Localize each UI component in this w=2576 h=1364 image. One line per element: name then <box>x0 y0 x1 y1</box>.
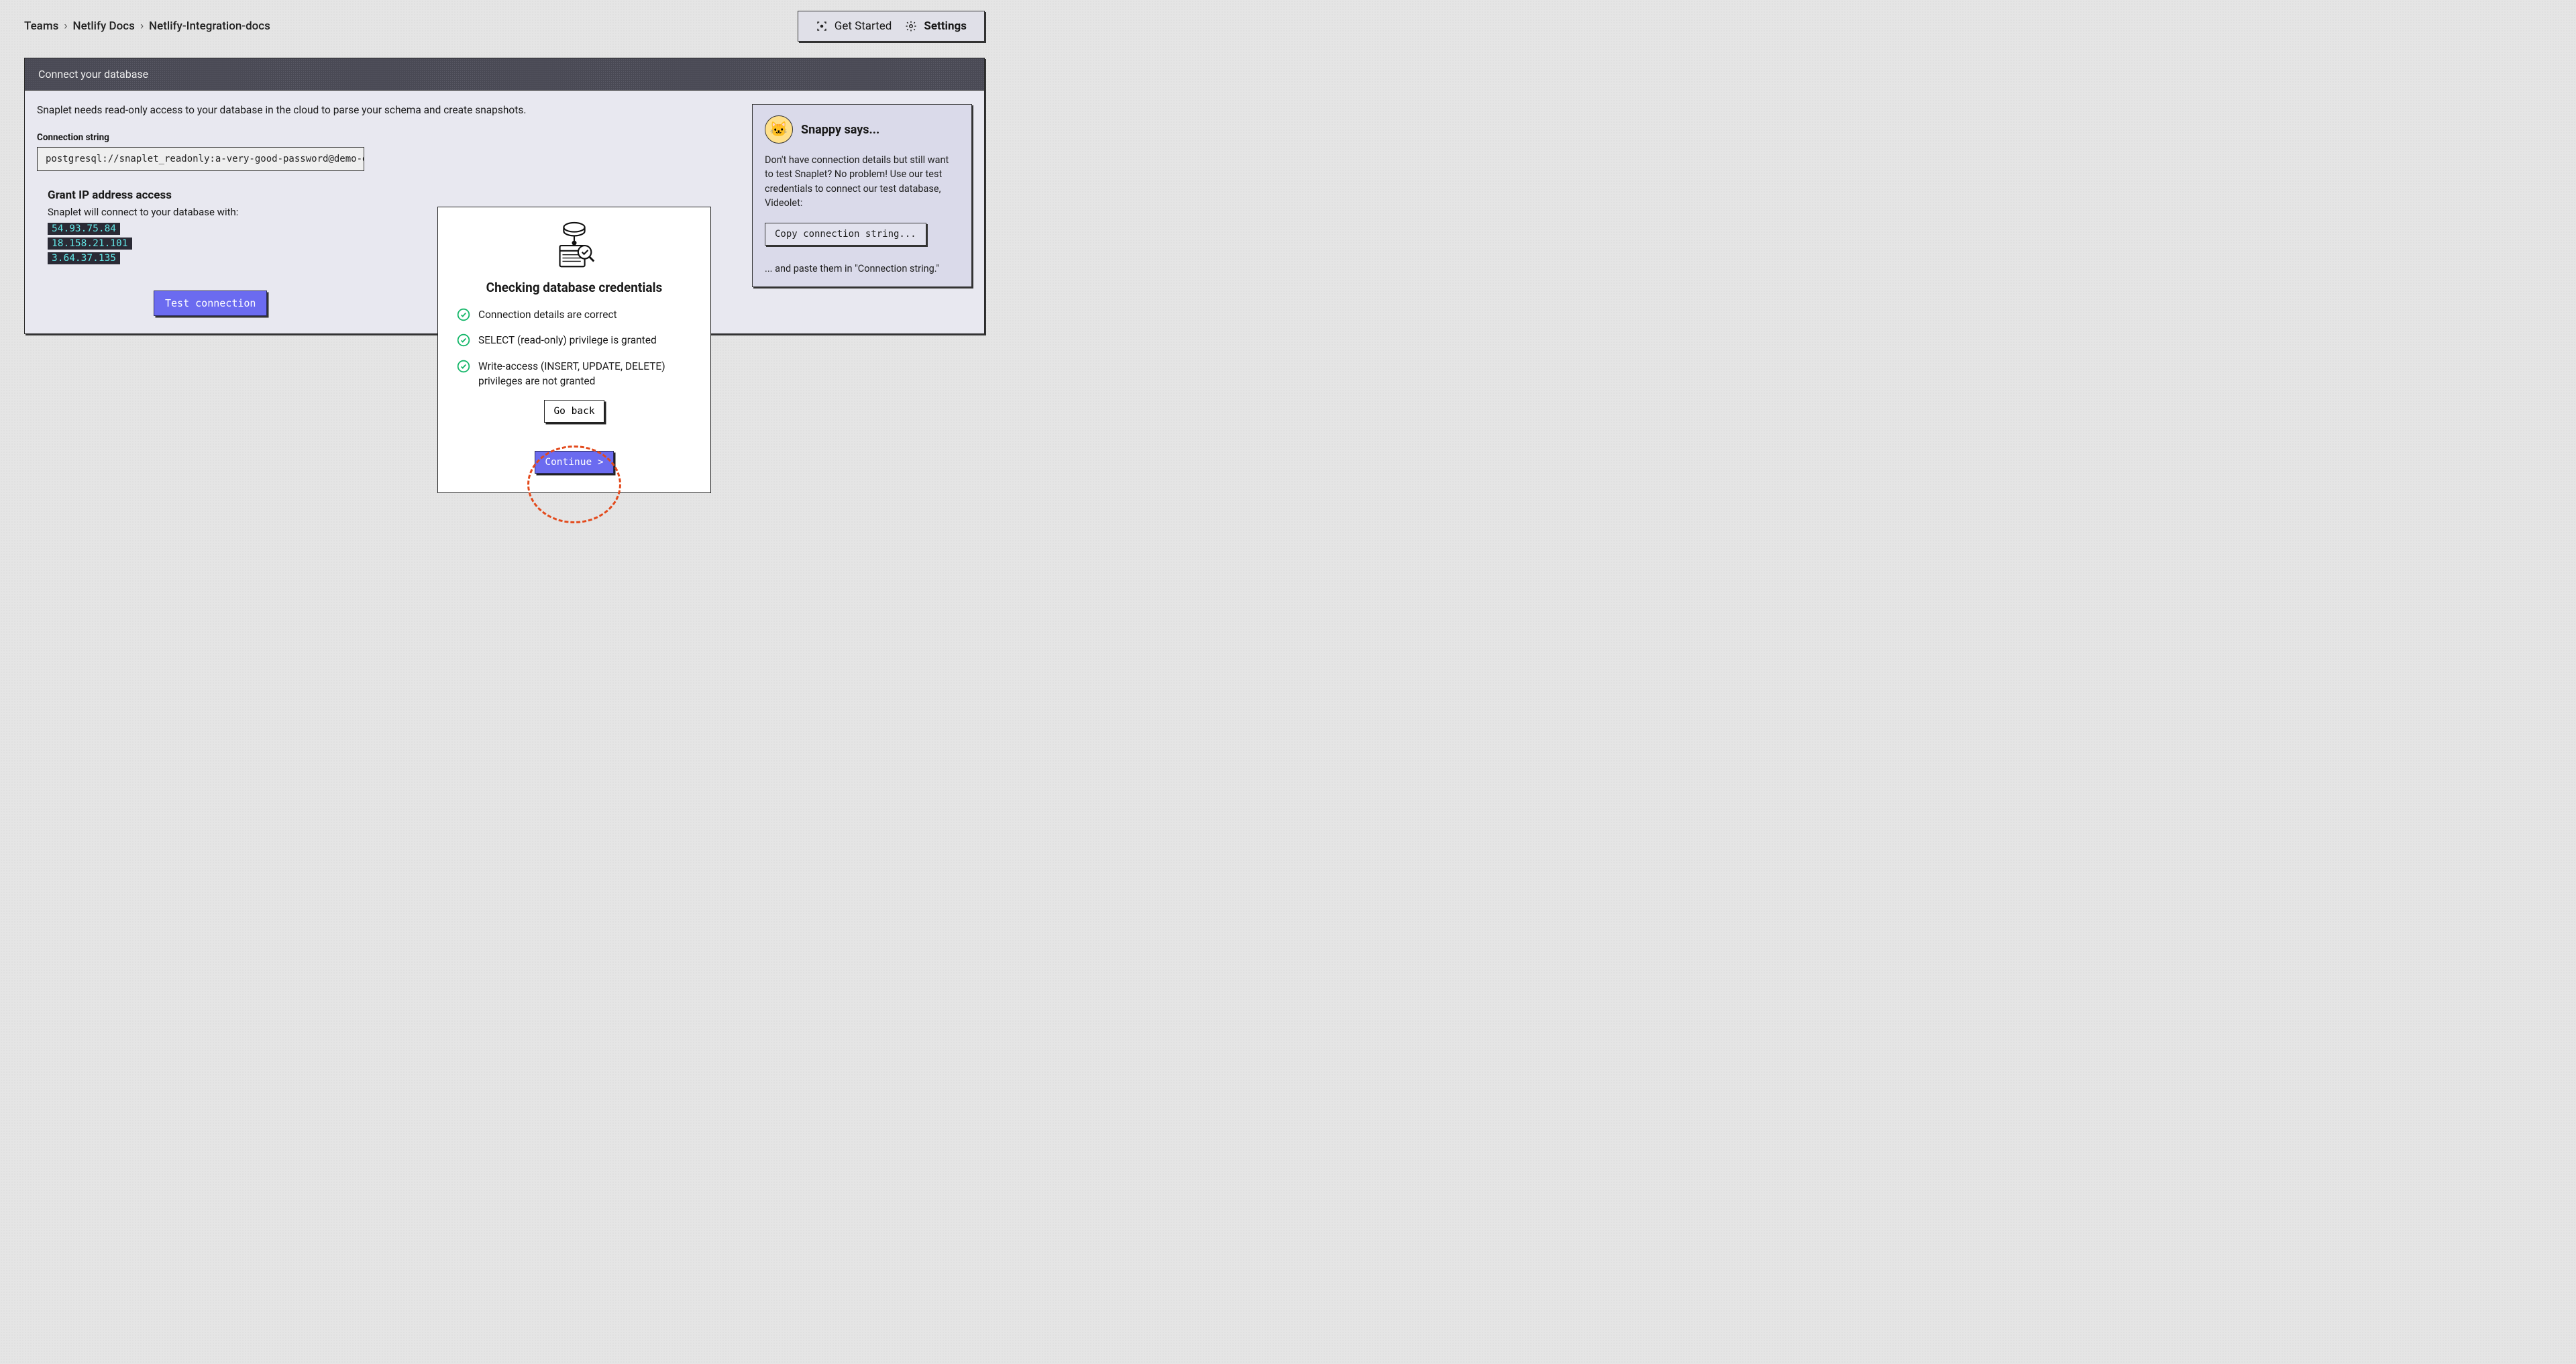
grant-ip-title: Grant IP address access <box>48 189 727 202</box>
top-actions: Get Started Settings <box>798 11 985 42</box>
check-item: Connection details are correct <box>457 307 692 322</box>
ip-address: 18.158.21.101 <box>48 238 132 250</box>
chevron-right-icon: › <box>140 19 144 33</box>
check-item: Write-access (INSERT, UPDATE, DELETE) pr… <box>457 359 692 389</box>
check-text: Connection details are correct <box>478 307 617 322</box>
modal-title: Checking database credentials <box>454 280 694 295</box>
go-back-button[interactable]: Go back <box>544 400 604 423</box>
breadcrumb: Teams › Netlify Docs › Netlify-Integrati… <box>24 19 270 33</box>
check-circle-icon <box>457 308 470 321</box>
chevron-right-icon: › <box>64 19 67 33</box>
scan-icon <box>816 20 828 32</box>
continue-button[interactable]: Continue > <box>535 451 613 474</box>
connection-string-input[interactable]: postgresql://snaplet_readonly:a-very-goo… <box>37 147 364 171</box>
test-connection-button[interactable]: Test connection <box>154 291 267 316</box>
check-text: SELECT (read-only) privilege is granted <box>478 333 657 348</box>
snappy-card: 🐱 Snappy says... Don't have connection d… <box>752 104 972 287</box>
check-item: SELECT (read-only) privilege is granted <box>457 333 692 348</box>
breadcrumb-item[interactable]: Teams <box>24 19 58 33</box>
ip-address: 54.93.75.84 <box>48 223 120 235</box>
snappy-avatar-icon: 🐱 <box>765 115 793 144</box>
credentials-modal: Checking database credentials Connection… <box>437 207 711 493</box>
check-circle-icon <box>457 333 470 347</box>
panel-title: Connect your database <box>25 58 984 91</box>
breadcrumb-item[interactable]: Netlify Docs <box>73 19 135 33</box>
settings-button[interactable]: Settings <box>898 17 973 36</box>
gear-icon <box>905 20 917 32</box>
panel-description: Snaplet needs read-only access to your d… <box>37 104 727 116</box>
check-circle-icon <box>457 360 470 373</box>
snappy-text: Don't have connection details but still … <box>765 153 959 211</box>
check-text: Write-access (INSERT, UPDATE, DELETE) pr… <box>478 359 692 389</box>
snappy-title: Snappy says... <box>801 123 879 137</box>
breadcrumb-item[interactable]: Netlify-Integration-docs <box>149 19 270 33</box>
get-started-button[interactable]: Get Started <box>809 17 899 36</box>
snappy-footer: ... and paste them in "Connection string… <box>765 263 959 274</box>
get-started-label: Get Started <box>835 19 892 33</box>
database-check-icon <box>548 221 600 273</box>
copy-connection-string-button[interactable]: Copy connection string... <box>765 223 926 246</box>
ip-address: 3.64.37.135 <box>48 252 120 264</box>
connection-string-label: Connection string <box>37 132 727 143</box>
settings-label: Settings <box>924 19 967 33</box>
